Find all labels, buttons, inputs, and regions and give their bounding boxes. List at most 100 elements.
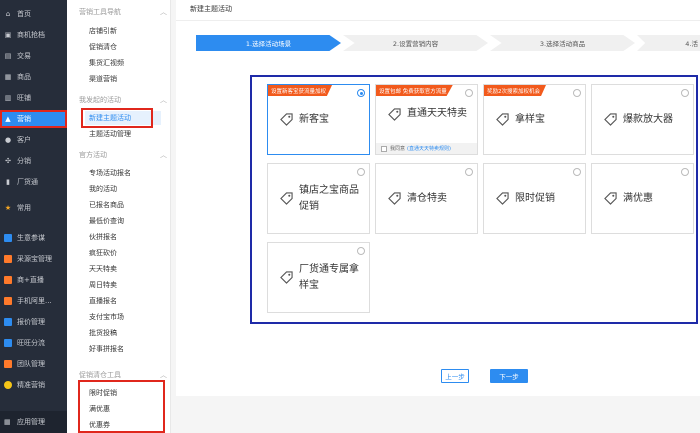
- nav-item-live[interactable]: 商+直播: [0, 271, 67, 289]
- nav2-item[interactable]: 最低价查询: [89, 214, 165, 228]
- nav-item-quote[interactable]: 报价管理: [0, 313, 67, 331]
- scenario-card-discount[interactable]: 满优惠: [591, 163, 694, 234]
- nav2-item[interactable]: 促销清仓: [89, 40, 165, 54]
- card-name: 满优惠: [623, 192, 653, 204]
- nav-item-home[interactable]: ⌂ 首页: [0, 5, 67, 23]
- chevron-up-icon: ︿: [160, 8, 167, 16]
- nav-item-product[interactable]: ▦ 商品: [0, 68, 67, 86]
- opportunity-icon: ▣: [4, 31, 12, 39]
- team-icon: [4, 360, 12, 368]
- nav2-item[interactable]: 我的活动: [89, 182, 165, 196]
- page-title: 新建主题活动: [190, 5, 232, 13]
- tag-icon: [280, 192, 293, 205]
- agree-checkbox[interactable]: [381, 145, 387, 152]
- secondary-sidebar: 营销工具导航 ︿ 店铺引新 促销清仓 集货汇视频 渠道营销 我发起的活动 ︿ 新建主…: [67, 0, 171, 433]
- nav2-item[interactable]: 直播报名: [89, 294, 165, 308]
- marketing-icon: ▲: [5, 115, 11, 123]
- scenario-card-treasure[interactable]: 镇店之宝商品促销: [267, 163, 370, 234]
- product-icon: ▦: [4, 73, 12, 81]
- nav-item-factory[interactable]: ▮ 厂货通: [0, 173, 67, 191]
- nav-item-precision[interactable]: 精准营销: [0, 376, 67, 394]
- card-name: 厂货通专属拿样宝: [299, 263, 359, 291]
- nav2-item[interactable]: 主题活动管理: [89, 127, 165, 141]
- footer-area: [176, 396, 700, 433]
- section-official-activities[interactable]: 官方活动 ︿: [79, 148, 167, 162]
- scenario-card-clearance[interactable]: 清仓特卖: [375, 163, 478, 234]
- tag-icon: [604, 113, 617, 126]
- card-name: 拿样宝: [515, 113, 545, 125]
- prev-button[interactable]: 上一步: [441, 369, 469, 383]
- card-name: 直通天天特卖: [407, 108, 467, 119]
- nav-item-source[interactable]: 采源宝管理: [0, 250, 67, 268]
- scenario-card-daily-special[interactable]: 设置包邮 免费获取官方流量 直通天天特卖 我同意 (直通天天特卖规则): [375, 84, 478, 155]
- mobile-icon: [4, 297, 12, 305]
- scenario-card-flash-sale[interactable]: 限时促销: [483, 163, 586, 234]
- scenario-card-new-customer[interactable]: 设置新客宝获流量加权 新客宝: [267, 84, 370, 155]
- chevron-up-icon: ︿: [160, 96, 167, 104]
- nav2-item[interactable]: 伙拼报名: [89, 230, 165, 244]
- nav2-item[interactable]: 专场活动报名: [89, 166, 165, 180]
- step-1: 1.选择活动场景: [196, 35, 341, 51]
- chevron-up-icon: ︿: [160, 151, 167, 159]
- nav2-item[interactable]: 周日特卖: [89, 278, 165, 292]
- card-name: 镇店之宝商品促销: [299, 184, 359, 212]
- quote-icon: [4, 318, 12, 326]
- nav-item-favorites[interactable]: ★ 常用: [0, 199, 67, 217]
- nav-item-shop[interactable]: ▥ 旺铺: [0, 89, 67, 107]
- wangwang-icon: [4, 339, 12, 347]
- app-management[interactable]: ▦ 应用管理: [0, 411, 67, 433]
- tag-icon: [280, 271, 293, 284]
- nav-item-team[interactable]: 团队管理: [0, 355, 67, 373]
- business-icon: [4, 234, 12, 242]
- card-name: 清仓特卖: [407, 192, 447, 204]
- nav2-item[interactable]: 渠道营销: [89, 72, 165, 86]
- factory-icon: ▮: [6, 178, 10, 186]
- tag-icon: [280, 113, 293, 126]
- nav-item-opportunity[interactable]: ▣ 商机抢档: [0, 26, 67, 44]
- scenario-card-amplifier[interactable]: 爆款放大器: [591, 84, 694, 155]
- nav2-item[interactable]: 天天特卖: [89, 262, 165, 276]
- distribution-icon: ✣: [5, 157, 11, 165]
- section-my-activities[interactable]: 我发起的活动 ︿: [79, 93, 167, 107]
- tag-icon: [496, 192, 509, 205]
- next-button[interactable]: 下一步: [490, 369, 528, 383]
- grid-icon: ▦: [4, 418, 11, 426]
- nav-item-distribution[interactable]: ✣ 分销: [0, 152, 67, 170]
- nav2-item[interactable]: 支付宝市场: [89, 310, 165, 324]
- tag-icon: [388, 107, 401, 121]
- nav2-item[interactable]: 店铺引新: [89, 24, 165, 38]
- nav2-item[interactable]: 好事拼报名: [89, 342, 165, 356]
- card-name: 限时促销: [515, 192, 555, 204]
- nav2-item[interactable]: 批货投稿: [89, 326, 165, 340]
- nav-item-wangwang[interactable]: 旺旺分流: [0, 334, 67, 352]
- scenario-card-sample[interactable]: 奖励2次搜索加权机会 拿样宝: [483, 84, 586, 155]
- step-4: 4.活: [637, 35, 700, 51]
- scenario-card-factory-sample[interactable]: 厂货通专属拿样宝: [267, 242, 370, 313]
- nav-item-mobile[interactable]: 手机阿里...: [0, 292, 67, 310]
- nav-item-marketing[interactable]: ▲ 营销: [0, 110, 67, 128]
- main-content: 新建主题活动 1.选择活动场景 2.设置营销内容 3.选择活动商品 4.活 设置…: [176, 0, 700, 433]
- tag-icon: [604, 192, 617, 205]
- star-icon: ★: [4, 204, 12, 212]
- shop-icon: ▥: [4, 94, 12, 102]
- customer-icon: ●: [4, 136, 12, 144]
- card-name: 新客宝: [299, 113, 329, 125]
- step-progress: 1.选择活动场景 2.设置营销内容 3.选择活动商品 4.活: [196, 35, 700, 51]
- nav2-item[interactable]: 集货汇视频: [89, 56, 165, 70]
- home-icon: ⌂: [5, 10, 11, 18]
- section-marketing-tools[interactable]: 营销工具导航 ︿: [79, 5, 167, 19]
- nav-item-business-advisor[interactable]: 生意参谋: [0, 229, 67, 247]
- primary-sidebar: ⌂ 首页 ▣ 商机抢档 ▤ 交易 ▦ 商品 ▥ 旺铺 ▲ 营销 ● 客户 ✣ 分销 ▮ 厂货通 ★…: [0, 0, 67, 433]
- nav2-item[interactable]: 疯狂砍价: [89, 246, 165, 260]
- nav2-item[interactable]: 已报名商品: [89, 198, 165, 212]
- trade-icon: ▤: [4, 52, 12, 60]
- highlight-box: [81, 108, 153, 128]
- tag-icon: [388, 192, 401, 205]
- precision-icon: [4, 381, 12, 389]
- agreement-row: 我同意 (直通天天特卖规则): [376, 143, 477, 154]
- nav-item-customer[interactable]: ● 客户: [0, 131, 67, 149]
- source-icon: [4, 255, 12, 263]
- nav-item-trade[interactable]: ▤ 交易: [0, 47, 67, 65]
- rules-link[interactable]: (直通天天特卖规则): [407, 145, 451, 152]
- chevron-up-icon: ︿: [160, 371, 167, 379]
